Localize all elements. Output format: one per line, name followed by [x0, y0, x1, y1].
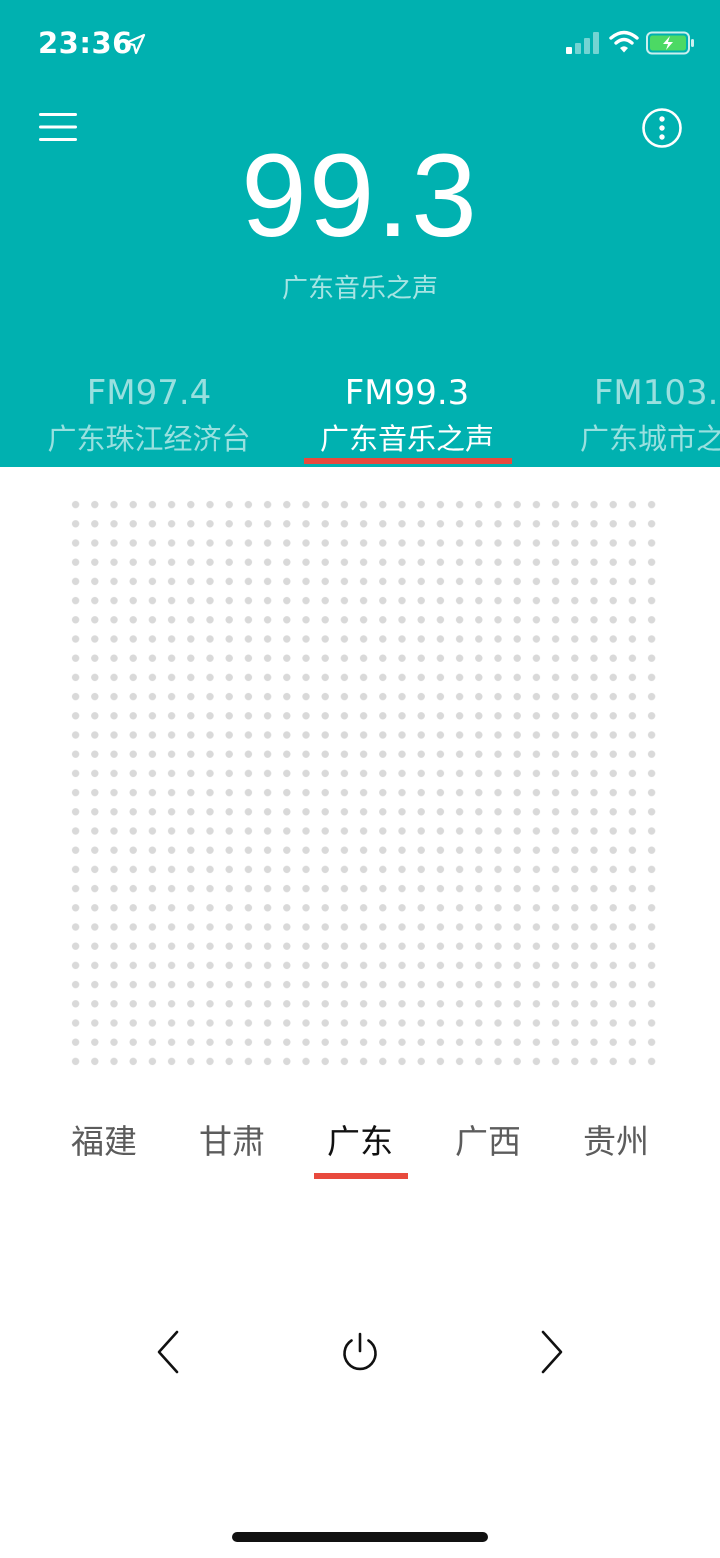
- previous-station-button[interactable]: [140, 1322, 196, 1382]
- station-tab-frequency: FM103.6: [593, 373, 720, 413]
- header: 23:36 99.3 广东音乐之声 FM97.4 广东珠江经济台 FM99.3 …: [0, 0, 720, 467]
- station-tab-name: 广东音乐之声: [319, 422, 494, 456]
- location-arrow-icon: [124, 33, 146, 55]
- station-name: 广东音乐之声: [281, 274, 438, 304]
- province-tab-guangdong[interactable]: 广东: [296, 1120, 424, 1164]
- radio-app: 23:36 99.3 广东音乐之声 FM97.4 广东珠江经济台 FM99.3 …: [0, 0, 720, 1558]
- station-tab-indicator: [304, 458, 512, 464]
- chevron-right-icon: [541, 1330, 563, 1374]
- next-station-button[interactable]: [524, 1322, 580, 1382]
- cellular-signal-icon: [566, 32, 599, 54]
- chevron-left-icon: [157, 1330, 179, 1374]
- frequency-display: 99.3: [241, 130, 479, 262]
- province-tab-fujian[interactable]: 福建: [40, 1120, 168, 1164]
- power-icon: [343, 1332, 377, 1371]
- station-tab-fm103-6[interactable]: FM103.6 广东城市之声: [532, 365, 720, 457]
- station-tab-name: 广东珠江经济台: [47, 422, 251, 456]
- power-button[interactable]: [330, 1322, 390, 1382]
- status-time: 23:36: [38, 26, 133, 60]
- station-tab-frequency: FM97.4: [86, 373, 212, 413]
- home-indicator[interactable]: [232, 1532, 488, 1542]
- province-tab-guangxi[interactable]: 广西: [424, 1120, 552, 1164]
- wifi-icon: [609, 30, 639, 53]
- province-tab[interactable]: 东: [0, 1120, 24, 1164]
- province-tab-guizhou[interactable]: 贵州: [552, 1120, 680, 1164]
- station-tab-frequency: FM99.3: [344, 373, 470, 413]
- status-bar: 23:36: [0, 0, 720, 90]
- battery-charging-icon: [646, 31, 694, 55]
- station-tabs: FM97.4 广东珠江经济台 FM99.3 广东音乐之声 FM103.6 广东城…: [0, 365, 720, 467]
- province-tab-hai[interactable]: 海: [680, 1120, 720, 1164]
- station-tab-fm99-3[interactable]: FM99.3 广东音乐之声: [272, 365, 542, 457]
- station-tab-fm97-4[interactable]: FM97.4 广东珠江经济台: [14, 365, 284, 457]
- province-tab-indicator: [314, 1173, 408, 1179]
- speaker-grille: [66, 495, 662, 1071]
- station-tab-name: 广东城市之声: [579, 422, 720, 456]
- province-tab-gansu[interactable]: 甘肃: [168, 1120, 296, 1164]
